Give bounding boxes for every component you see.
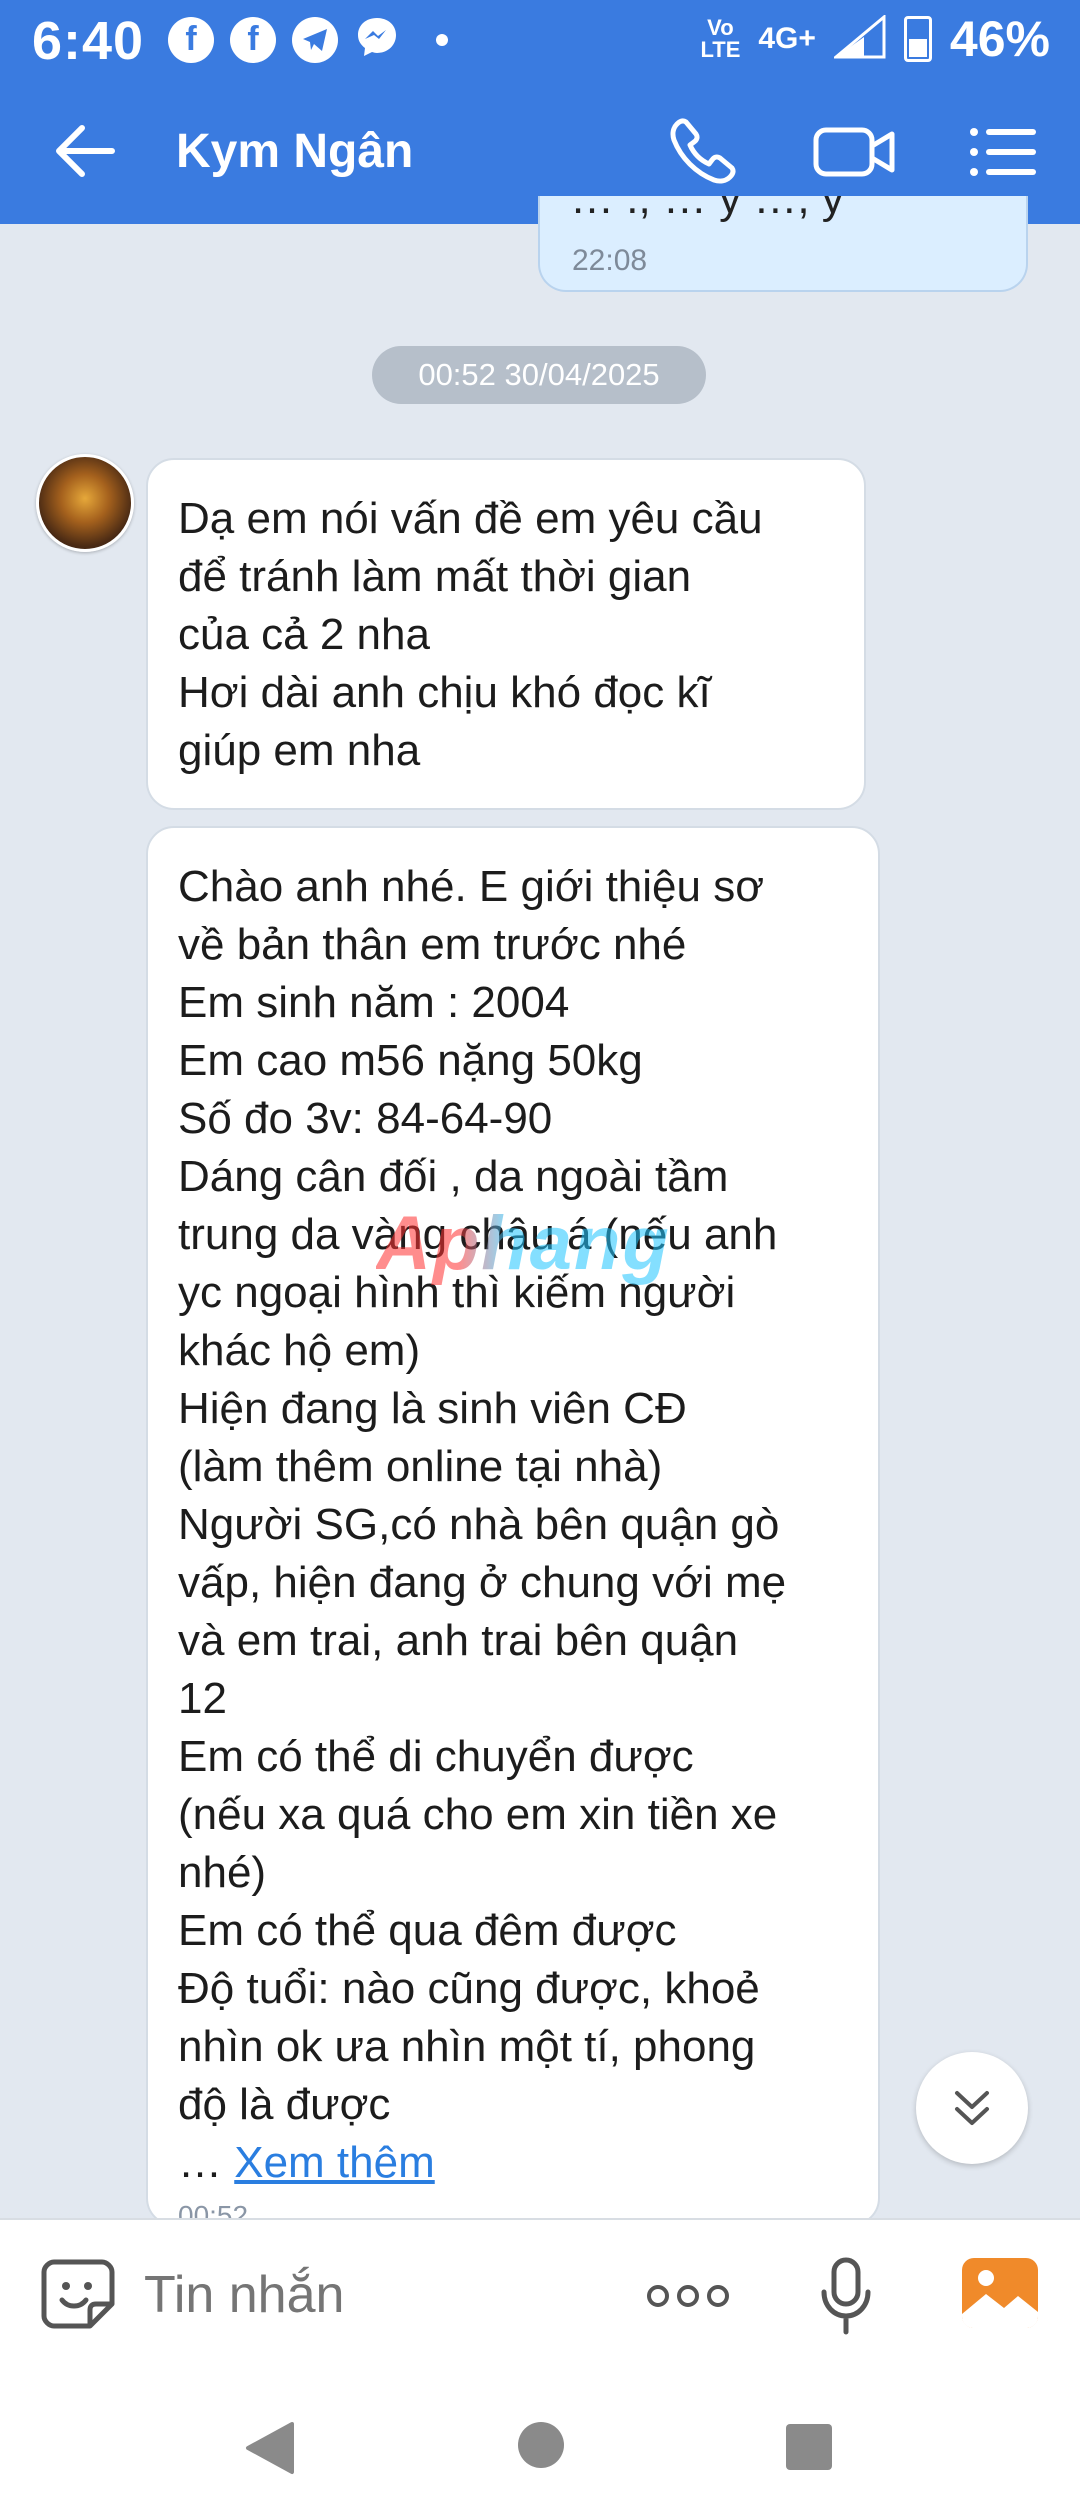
contact-name[interactable]: Kym Ngân [176, 124, 413, 179]
message-line: Hiện đang là sinh viên CĐ [178, 1384, 687, 1433]
message-line: vấp, hiện đang ở chung với mẹ [178, 1558, 787, 1607]
message-line: Dáng cân đối , da ngoài tầm [178, 1152, 729, 1201]
message-line: Em có thể qua đêm được [178, 1906, 677, 1955]
more-options-icon[interactable] [646, 2282, 730, 2310]
signal-icon [831, 13, 886, 64]
incoming-message-bubble[interactable]: Dạ em nói vấn đề em yêu cầu để tránh làm … [146, 458, 866, 810]
message-line: độ là được [178, 2080, 391, 2129]
contact-avatar[interactable] [36, 454, 134, 552]
menu-list-icon[interactable] [968, 124, 1038, 180]
battery-icon [903, 16, 932, 62]
back-arrow-icon[interactable] [50, 118, 120, 184]
message-line: Hơi dài anh chịu khó đọc kĩ [178, 668, 711, 717]
status-time: 6:40 [32, 11, 145, 71]
message-line: Độ tuổi: nào cũng được, khoẻ [178, 1964, 760, 2013]
message-time: 22:08 [572, 244, 648, 277]
network-type: 4G+ [758, 22, 816, 55]
message-line: để tránh làm mất thời gian [178, 552, 692, 601]
message-line: (nếu xa quá cho em xin tiền xe [178, 1790, 778, 1839]
facebook-icon: f [230, 16, 276, 63]
message-input[interactable] [144, 2260, 604, 2330]
message-line: nhìn ok ưa nhìn một tí, phong [178, 2022, 756, 2071]
notification-icons: f f [168, 14, 448, 65]
status-right: Vo LTE 4G+ 46% [700, 10, 1050, 68]
message-line: Dạ em nói vấn đề em yêu cầu [178, 494, 763, 543]
incoming-message-bubble[interactable]: Chào anh nhé. E giới thiệu sơ về bản thân… [146, 826, 880, 2226]
microphone-icon[interactable] [818, 2256, 874, 2336]
message-line: Chào anh nhé. E giới thiệu sơ [178, 862, 765, 911]
double-chevron-down-icon [955, 2091, 989, 2125]
photo-gallery-icon[interactable] [960, 2256, 1040, 2330]
watermark-text: Aphang [376, 1201, 671, 1286]
message-line: Em có thể di chuyển được [178, 1732, 694, 1781]
message-line: nhé) [178, 1848, 267, 1897]
telegram-icon [292, 16, 338, 63]
facebook-icon: f [168, 16, 214, 63]
message-line: 12 [178, 1674, 227, 1723]
nav-recents-icon[interactable] [786, 2424, 832, 2470]
outgoing-message-bubble[interactable]: … ., … y …, y 22:08 [538, 196, 1028, 292]
message-line: (làm thêm online tại nhà) [178, 1442, 663, 1491]
battery-percent: 46% [949, 11, 1050, 67]
message-line: khác hộ em) [178, 1326, 421, 1375]
message-line: Người SG,có nhà bên quận gò [178, 1500, 780, 1549]
phone-call-icon[interactable] [668, 116, 738, 186]
see-more-line: … Xem thêm [178, 2134, 786, 2192]
message-line: Số đo 3v: 84-64-90 [178, 1094, 553, 1143]
message-text: Chào anh nhé. E giới thiệu sơ về bản thân… [178, 858, 786, 2192]
scroll-to-bottom-button[interactable] [916, 2052, 1028, 2164]
system-navigation-bar [0, 2370, 1080, 2520]
video-call-icon[interactable] [812, 120, 896, 182]
see-more-link[interactable]: Xem thêm [234, 2138, 435, 2187]
volte-indicator: Vo LTE [700, 15, 741, 62]
message-line: và em trai, anh trai bên quận [178, 1616, 739, 1665]
message-line: Em cao m56 nặng 50kg [178, 1036, 643, 1085]
messenger-icon [354, 14, 400, 65]
message-line: Em sinh năm : 2004 [178, 978, 570, 1027]
nav-home-icon[interactable] [518, 2422, 564, 2468]
nav-back-icon[interactable] [244, 2420, 296, 2476]
outgoing-message-text: … ., … y …, y [570, 196, 844, 223]
message-text: Dạ em nói vấn đề em yêu cầu để tránh làm … [178, 490, 763, 780]
more-notifications-dot [436, 33, 448, 46]
message-line: của cả 2 nha [178, 610, 430, 659]
message-composer [0, 2218, 1080, 2372]
status-bar: 6:40 f f Vo LTE 4G+ 46% [0, 0, 1080, 76]
message-line: về bản thân em trước nhé [178, 920, 687, 969]
ellipsis: … [178, 2138, 235, 2187]
sticker-icon[interactable] [40, 2258, 116, 2330]
message-line: giúp em nha [178, 726, 421, 775]
date-separator: 00:52 30/04/2025 [372, 346, 706, 404]
